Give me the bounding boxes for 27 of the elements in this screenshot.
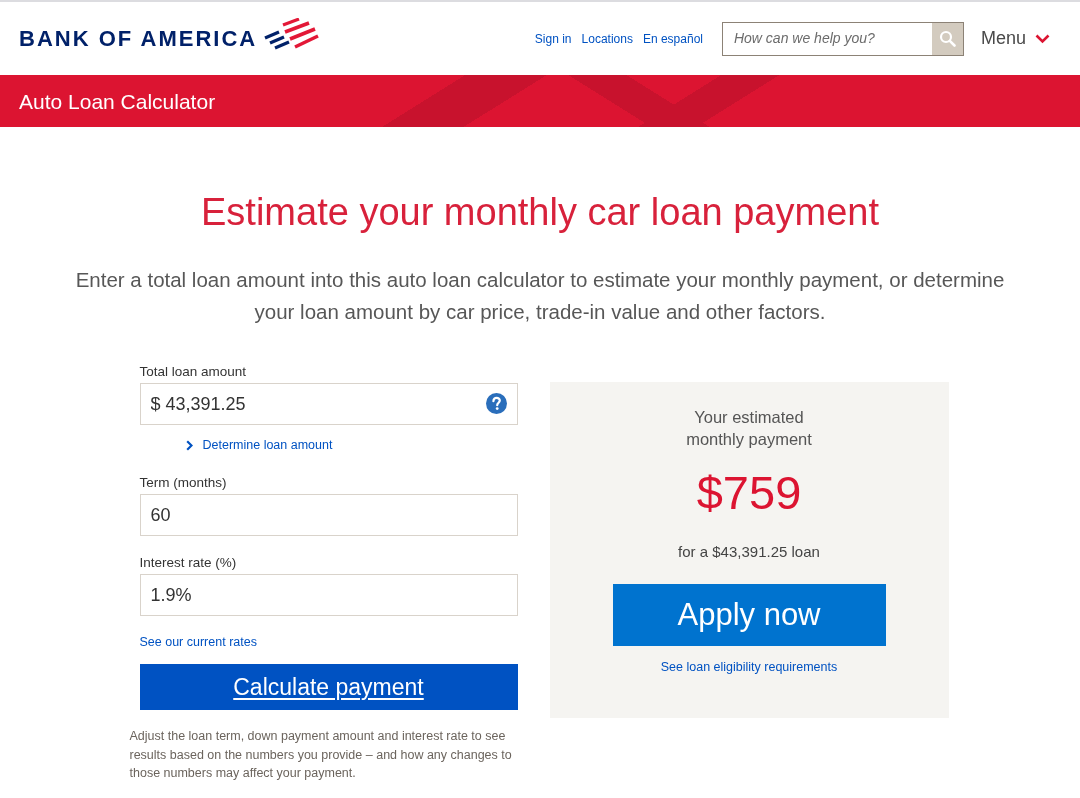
input-field[interactable]: $ 43,391.25 [139,383,518,425]
header-link[interactable]: Locations [581,29,633,48]
determine-amount-link[interactable]: Determine loan amount [185,437,333,453]
loan-caption: for a $43,391.25 loan [677,542,821,562]
monthly-payment-amount: $759 [695,465,803,521]
input-field[interactable]: 1.9% [139,574,518,616]
result-title: Your estimated monthly payment [685,407,813,450]
chevron-right-icon [185,439,193,451]
logo-wordmark: BANK OF AMERICA [19,27,258,50]
apply-now-button[interactable]: Apply now [612,584,886,646]
input-field[interactable]: 60 [139,494,518,536]
page-heading: Estimate your monthly car loan payment [200,190,880,235]
chevron-down-icon [1035,33,1050,44]
calculate-button[interactable]: Calculate payment [139,664,518,710]
field-label: Total loan amount [139,363,248,381]
help-icon [485,393,507,414]
rates-link[interactable]: See our current rates [139,634,257,650]
banner-title: Auto Loan Calculator [19,90,216,112]
field-label: Interest rate (%) [139,554,238,572]
menu-button[interactable]: Menu [980,25,1050,52]
intro-paragraph: Enter a total loan amount into this auto loan calculator to estimate your monthly payment, or determine your loan amount by car price, trade-in value and other factors. [74,267,1006,325]
disclaimer-text: Adjust the loan term, down payment amount and interest rate to see results based on the numbers you provide – and how any changes to those numbers may affect your payment. [129,728,513,782]
header-link[interactable]: Sign in [534,29,572,48]
header-link[interactable]: En español [642,29,703,48]
field-label: Term (months) [139,474,228,492]
eligibility-link[interactable]: See loan eligibility requirements [660,659,838,675]
flag-logo-icon [263,17,320,50]
